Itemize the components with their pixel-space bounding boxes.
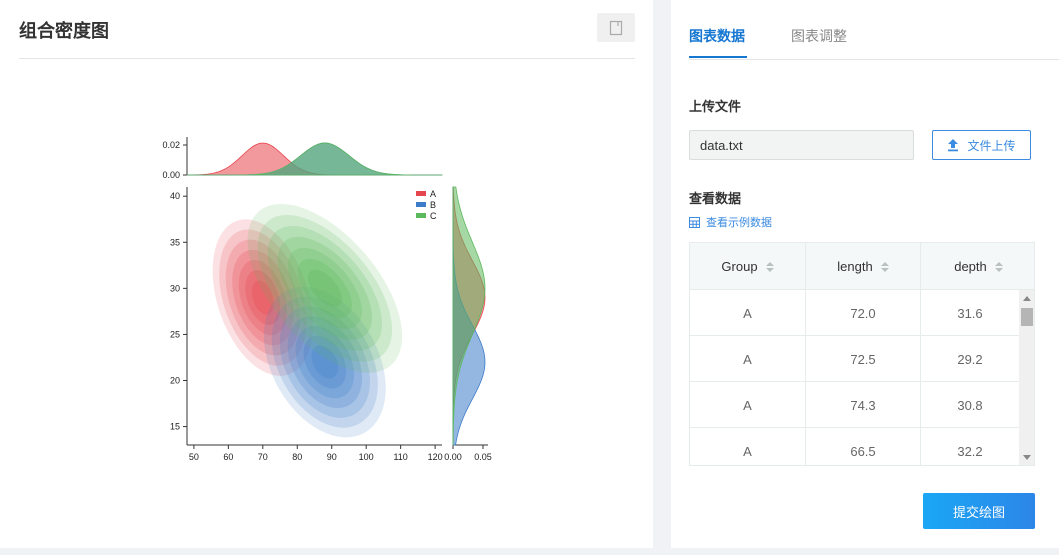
sort-icon[interactable]: [765, 261, 774, 272]
table-cell: A: [690, 336, 806, 382]
x-tick-label: 60: [223, 452, 233, 462]
table-cell: 72.0: [806, 290, 921, 336]
right-marginal-plot: 0.00 0.05: [444, 186, 492, 462]
column-header-label: Group: [721, 259, 758, 274]
table-cell: A: [690, 382, 806, 428]
right-margin-tick-label: 0.05: [474, 452, 492, 462]
upload-icon: [948, 139, 959, 152]
table-scrollbar[interactable]: [1019, 290, 1034, 465]
density-chart: 0.00 0.02 0.00 0.05 50 60 70 80 90 100 110 120 15 2…: [150, 125, 500, 470]
table-cell: 66.5: [806, 428, 921, 465]
right-margin-tick-label: 0.00: [444, 452, 462, 462]
table-cell: A: [690, 428, 806, 465]
y-tick-label: 25: [170, 329, 180, 339]
table-icon: [689, 216, 700, 228]
save-button[interactable]: [597, 13, 635, 42]
x-tick-label: 80: [292, 452, 302, 462]
tab-chart-data[interactable]: 图表数据: [689, 26, 745, 46]
settings-panel: 图表数据 图表调整 上传文件 data.txt 文件上传 查看数据 查看示例数据…: [671, 0, 1059, 548]
top-marginal-plot: 0.00 0.02: [162, 137, 443, 180]
active-tab-indicator: [689, 56, 747, 58]
top-margin-tick-label: 0.02: [162, 140, 180, 150]
scroll-up-arrow-icon[interactable]: [1023, 296, 1031, 301]
y-tick-label: 15: [170, 422, 180, 432]
chart-legend: ABC: [416, 189, 437, 221]
column-header-length[interactable]: length: [806, 243, 921, 290]
column-header-depth[interactable]: depth: [921, 243, 1034, 290]
column-header-group[interactable]: Group: [690, 243, 806, 290]
chart-panel: 组合密度图 0.00 0.02 0.00 0.05 50 60 70 80 90 100 110…: [0, 0, 653, 548]
x-tick-label: 120: [428, 452, 443, 462]
legend-label-C: C: [430, 211, 437, 221]
upload-section-label: 上传文件: [689, 99, 742, 114]
legend-swatch-B: [416, 202, 426, 207]
sort-icon[interactable]: [880, 261, 889, 272]
table-row[interactable]: A 72.5 29.2: [690, 336, 1019, 382]
top-margin-tick-label: 0.00: [162, 170, 180, 180]
column-header-label: depth: [954, 259, 987, 274]
y-tick-label: 35: [170, 237, 180, 247]
legend-label-A: A: [430, 189, 436, 199]
file-name-field[interactable]: data.txt: [689, 130, 914, 160]
example-link-label: 查看示例数据: [706, 217, 772, 229]
table-row[interactable]: A 74.3 30.8: [690, 382, 1019, 428]
submit-plot-button[interactable]: 提交绘图: [923, 493, 1035, 529]
sort-icon[interactable]: [994, 261, 1003, 272]
y-tick-label: 40: [170, 191, 180, 201]
table-cell: A: [690, 290, 806, 336]
x-tick-label: 90: [327, 452, 337, 462]
table-cell: 32.2: [957, 443, 983, 459]
legend-label-B: B: [430, 200, 436, 210]
x-tick-label: 70: [258, 452, 268, 462]
table-cell: 72.5: [806, 336, 921, 382]
page-title: 组合密度图: [19, 21, 109, 41]
tab-chart-adjust[interactable]: 图表调整: [791, 26, 847, 46]
view-example-data-link[interactable]: 查看示例数据: [689, 214, 772, 230]
x-tick-label: 50: [189, 452, 199, 462]
column-header-label: length: [837, 259, 873, 274]
data-table: Group length depth A 72.0 31.6 A 72.5 29…: [689, 242, 1035, 466]
table-cell: 31.6: [957, 305, 983, 321]
view-section-label: 查看数据: [689, 191, 742, 206]
table-header: Group length depth: [690, 243, 1034, 290]
x-tick-label: 110: [393, 452, 407, 462]
legend-swatch-C: [416, 213, 426, 218]
table-cell: 30.8: [957, 397, 983, 413]
file-upload-button[interactable]: 文件上传: [932, 130, 1031, 160]
title-divider: [19, 58, 635, 59]
tab-bar: 图表数据 图表调整: [689, 0, 1059, 60]
scroll-down-arrow-icon[interactable]: [1023, 455, 1031, 460]
document-icon: [609, 20, 623, 35]
table-cell: 74.3: [806, 382, 921, 428]
scroll-thumb[interactable]: [1021, 308, 1033, 326]
y-tick-label: 20: [170, 376, 180, 386]
x-tick-label: 100: [359, 452, 374, 462]
density-chart-svg: 0.00 0.02 0.00 0.05 50 60 70 80 90 100 110 120 15 2…: [162, 137, 492, 462]
table-cell: 29.2: [957, 351, 983, 367]
table-row[interactable]: A 72.0 31.6: [690, 290, 1019, 336]
legend-swatch-A: [416, 191, 426, 196]
main-plot: [212, 203, 403, 438]
table-row[interactable]: A 66.5 32.2: [690, 428, 1019, 465]
file-upload-label: 文件上传: [967, 138, 1016, 153]
y-tick-label: 30: [170, 283, 180, 293]
